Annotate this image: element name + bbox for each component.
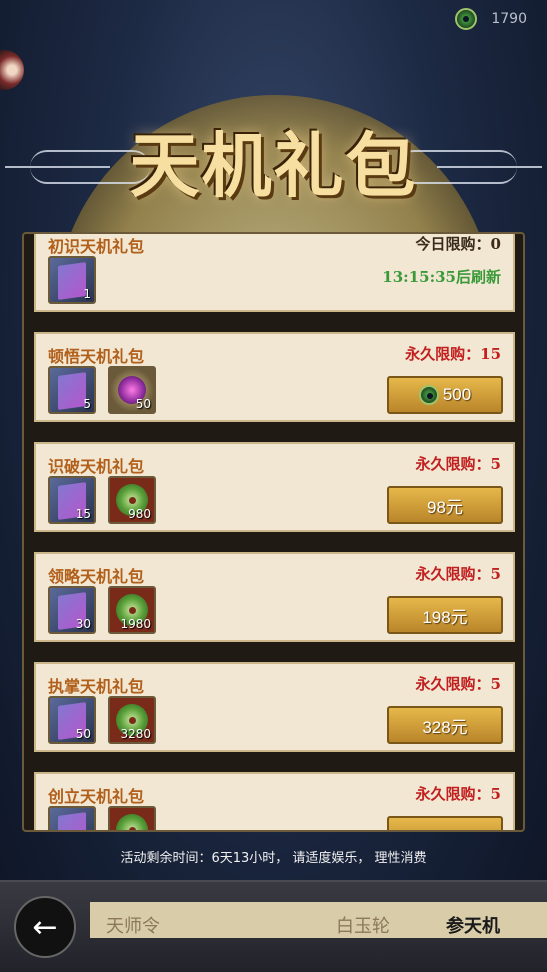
pack-card: 执掌天机礼包 永久限购：5 50 3280 328元 — [34, 662, 515, 752]
currency-display: 1790 — [455, 8, 527, 30]
book-item-icon[interactable]: 30 — [48, 586, 96, 634]
tab-tianshiling[interactable]: 天师令 — [106, 912, 160, 938]
tab-cantianji[interactable]: 参天机 — [446, 912, 500, 938]
pack-name: 顿悟天机礼包 — [48, 347, 145, 366]
top-bar: 1790 — [0, 0, 547, 40]
pack-limit: 永久限购：5 — [415, 785, 501, 803]
event-notice: 活动剩余时间：6天13小时， 请适度娱乐， 理性消费 — [120, 851, 427, 866]
pack-card: 领略天机礼包 永久限购：5 30 1980 198元 — [34, 552, 515, 642]
pack-name: 创立天机礼包 — [48, 787, 145, 806]
pack-items: 1 — [48, 256, 96, 304]
jade-item-icon[interactable]: 1980 — [108, 586, 156, 634]
pack-card: 初识天机礼包 今日限购：0 1 13:15:35后刷新 — [34, 234, 515, 312]
buy-button[interactable]: 328元 — [387, 706, 503, 744]
price-label: 328元 — [422, 717, 468, 737]
pack-items: 5 50 — [48, 366, 156, 414]
currency-amount: 1790 — [491, 11, 527, 27]
item-quantity: 5 — [83, 397, 91, 411]
buy-button[interactable]: 198元 — [387, 596, 503, 634]
book-item-icon[interactable]: 15 — [48, 476, 96, 524]
jade-item-icon[interactable]: 3280 — [108, 696, 156, 744]
pack-limit: 永久限购：5 — [415, 675, 501, 693]
tab-baiyulun[interactable]: 白玉轮 — [336, 912, 390, 938]
jade-item-icon[interactable]: 980 — [108, 476, 156, 524]
price-label: 500 — [442, 385, 472, 404]
jade-coin-icon — [418, 385, 439, 405]
pack-limit: 永久限购：5 — [415, 565, 501, 583]
refresh-timer: 13:15:35后刷新 — [382, 268, 501, 286]
pack-name: 初识天机礼包 — [48, 237, 145, 256]
pack-items — [48, 806, 156, 830]
book-item-icon[interactable]: 1 — [48, 256, 96, 304]
pack-limit: 永久限购：15 — [405, 345, 501, 363]
pack-name: 领略天机礼包 — [48, 567, 145, 586]
avatar[interactable] — [0, 50, 24, 90]
item-quantity: 15 — [75, 507, 91, 521]
item-quantity: 1980 — [120, 617, 151, 631]
pack-items: 15 980 — [48, 476, 156, 524]
book-item-icon[interactable]: 50 — [48, 696, 96, 744]
back-arrow-icon: ← — [32, 909, 58, 945]
item-quantity: 980 — [128, 507, 151, 521]
pack-name: 识破天机礼包 — [48, 457, 145, 476]
pack-items: 50 3280 — [48, 696, 156, 744]
buy-button[interactable]: 500 — [387, 376, 503, 414]
pack-card: 顿悟天机礼包 永久限购：15 5 50 500 — [34, 332, 515, 422]
item-quantity: 50 — [135, 397, 151, 411]
pack-items: 30 1980 — [48, 586, 156, 634]
item-quantity: 30 — [75, 617, 91, 631]
page-title: 天机礼包 — [129, 124, 418, 207]
jade-item-icon[interactable] — [108, 806, 156, 830]
price-label: 98元 — [427, 497, 463, 517]
pack-limit: 永久限购：5 — [415, 455, 501, 473]
price-label: 198元 — [422, 607, 468, 627]
pack-name: 执掌天机礼包 — [48, 677, 145, 696]
back-button[interactable]: ← — [14, 896, 76, 958]
buy-button[interactable]: 98元 — [387, 486, 503, 524]
book-item-icon[interactable]: 5 — [48, 366, 96, 414]
item-quantity: 50 — [75, 727, 91, 741]
item-quantity: 1 — [83, 287, 91, 301]
pack-list-panel[interactable]: 初识天机礼包 今日限购：0 1 13:15:35后刷新 顿悟天机礼包 永久限购：… — [22, 232, 525, 832]
pack-card: 创立天机礼包 永久限购：5 — [34, 772, 515, 830]
jade-coin-icon — [455, 8, 478, 30]
bottom-nav: ← 天师令 白玉轮 参天机 — [0, 880, 547, 972]
orb-item-icon[interactable]: 50 — [108, 366, 156, 414]
pack-limit: 今日限购：0 — [415, 235, 501, 253]
pack-card: 识破天机礼包 永久限购：5 15 980 98元 — [34, 442, 515, 532]
buy-button[interactable] — [387, 816, 503, 830]
book-item-icon[interactable] — [48, 806, 96, 830]
item-quantity: 3280 — [120, 727, 151, 741]
